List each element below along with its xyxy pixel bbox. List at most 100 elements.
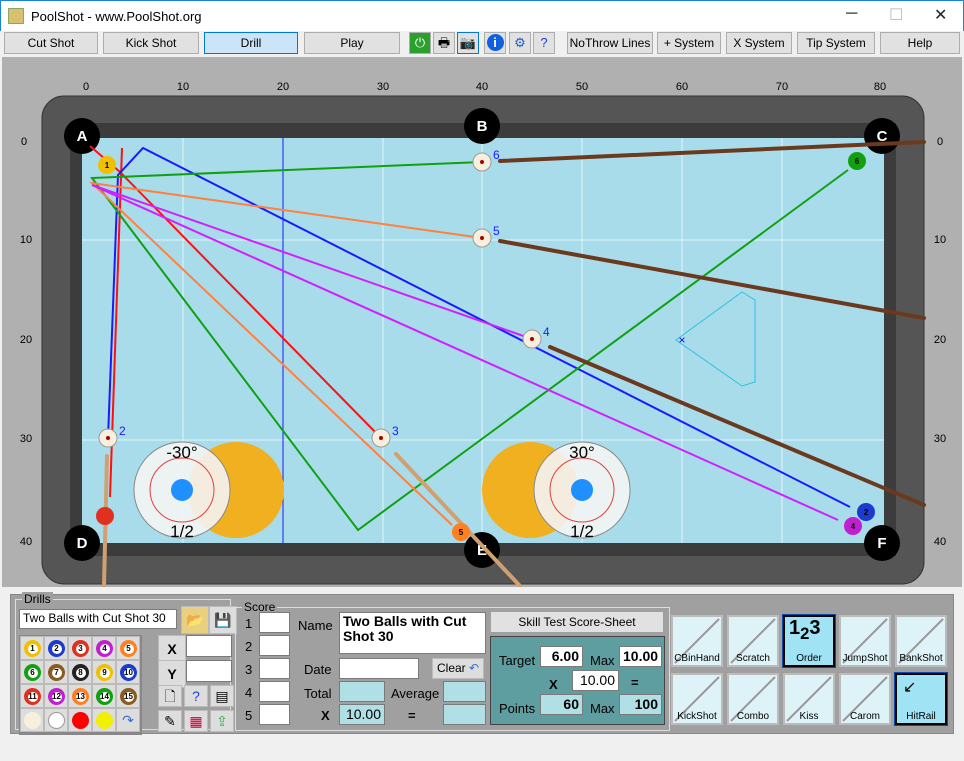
ball-button-3[interactable]: 3 <box>68 636 92 660</box>
ball-button-15[interactable]: 15 <box>116 684 140 708</box>
power-icon[interactable]: ⏻ <box>409 32 431 54</box>
nothrow-lines-button[interactable]: NoThrow Lines <box>567 32 653 54</box>
camera-icon[interactable]: 📷 <box>457 32 479 54</box>
cue-ball-button[interactable] <box>20 708 44 732</box>
tip-system-button[interactable]: Tip System <box>797 32 875 54</box>
shot-type-combo[interactable]: Combo <box>727 673 779 725</box>
y-tick: 0 <box>21 136 27 148</box>
x-tick: 20 <box>277 81 289 93</box>
shot-type-bankshot[interactable]: BankShot <box>895 615 947 667</box>
play-button[interactable]: Play <box>304 32 400 54</box>
cut-shot-button[interactable]: Cut Shot <box>4 32 98 54</box>
y-tick: 20 <box>20 334 32 346</box>
help-button[interactable]: Help <box>880 32 960 54</box>
score-input-4[interactable] <box>259 681 290 702</box>
points-label: Points <box>499 701 536 716</box>
skill-test-score-sheet-button[interactable]: Skill Test Score-Sheet <box>491 612 663 632</box>
pocket-a: A <box>77 128 88 145</box>
skill-multiplier-input[interactable]: 10.00 <box>572 670 619 691</box>
kick-shot-button[interactable]: Kick Shot <box>103 32 199 54</box>
title-bar: PoolShot - www.PoolShot.org ─ ☐ ✕ <box>0 0 964 31</box>
ball-button-11[interactable]: 11 <box>20 684 44 708</box>
yellow-marker-button[interactable] <box>92 708 116 732</box>
table-list-icon[interactable]: ▤ <box>210 685 234 707</box>
x-tick: 80 <box>874 81 886 93</box>
edit-notes-icon[interactable]: ✎ <box>158 710 182 732</box>
average-field <box>443 681 486 702</box>
minimize-button[interactable]: ─ <box>846 5 857 23</box>
equals-label: = <box>631 675 639 690</box>
score-input-3[interactable] <box>259 658 290 679</box>
pool-table-canvas[interactable]: 0 10 20 30 40 50 60 70 80 0 10 20 30 40 … <box>2 57 962 587</box>
score-input-2[interactable] <box>259 635 290 656</box>
y-input[interactable] <box>186 660 232 682</box>
ball-button-13[interactable]: 13 <box>68 684 92 708</box>
max-label: Max <box>590 653 615 668</box>
export-folder-icon[interactable]: ⇪ <box>210 710 234 732</box>
name-input[interactable]: Two Balls with Cut Shot 30 <box>339 612 486 654</box>
skill-test-panel: Target 6.00 Max 10.00 X 10.00 = Points 6… <box>490 636 665 725</box>
red-marker-button[interactable] <box>68 708 92 732</box>
multiply-label: X <box>321 708 330 723</box>
score-input-5[interactable] <box>259 704 290 725</box>
svg-text:6: 6 <box>855 157 860 166</box>
x-tick: 30 <box>377 81 389 93</box>
ghost-ball-button[interactable] <box>44 708 68 732</box>
shot-type-carom[interactable]: Carom <box>839 673 891 725</box>
drills-legend: Drills <box>22 592 53 606</box>
gear-icon[interactable]: ⚙ <box>509 32 531 54</box>
multiply-label: X <box>549 677 558 692</box>
ball-label: 5 <box>493 224 500 238</box>
printer-icon[interactable]: 🖶 <box>433 32 455 54</box>
points-max-label: Max <box>590 701 615 716</box>
ghost-angle-left: -30° <box>166 443 197 462</box>
color-grid-icon[interactable]: ▦ <box>184 710 208 732</box>
plus-system-button[interactable]: + System <box>657 32 721 54</box>
shot-type-scratch[interactable]: Scratch <box>727 615 779 667</box>
pocket-f: F <box>877 535 886 552</box>
shot-type-cbinhand[interactable]: CBinHand <box>671 615 723 667</box>
shot-type-order[interactable]: 123 Order <box>782 614 836 668</box>
points-field: 60 <box>540 694 583 715</box>
drill-name-input[interactable]: Two Balls with Cut Shot 30 <box>19 609 177 629</box>
shot-type-jumpshot[interactable]: JumpShot <box>839 615 891 667</box>
ball-button-6[interactable]: 6 <box>20 660 44 684</box>
ball-button-4[interactable]: 4 <box>92 636 116 660</box>
max-input[interactable]: 10.00 <box>619 646 662 667</box>
ball-button-14[interactable]: 14 <box>92 684 116 708</box>
x-system-button[interactable]: X System <box>726 32 792 54</box>
maximize-button[interactable]: ☐ <box>889 5 903 25</box>
shot-type-kickshot[interactable]: KickShot <box>671 673 723 725</box>
redo-icon[interactable]: ↷ <box>116 708 140 732</box>
ball-button-9[interactable]: 9 <box>92 660 116 684</box>
ball-button-8[interactable]: 8 <box>68 660 92 684</box>
ball-button-10[interactable]: 10 <box>116 660 140 684</box>
shot-type-hitrail[interactable]: ↙ HitRail <box>894 672 948 726</box>
save-icon[interactable]: 💾 <box>209 606 237 634</box>
x-input[interactable] <box>186 635 232 657</box>
ball-button-1[interactable]: 1 <box>20 636 44 660</box>
target-input[interactable]: 6.00 <box>540 646 583 667</box>
info-icon[interactable]: i <box>484 32 506 54</box>
ghost-ball-left: -30° 1/2 <box>133 441 284 541</box>
y-tick: 30 <box>20 433 32 445</box>
ball-3[interactable] <box>96 507 114 525</box>
score-input-1[interactable] <box>259 612 290 633</box>
close-button[interactable]: ✕ <box>934 5 947 25</box>
shot-label: Carom <box>849 711 880 722</box>
new-document-icon[interactable]: 🗋 <box>158 685 182 707</box>
ball-button-2[interactable]: 2 <box>44 636 68 660</box>
document-help-icon[interactable]: ? <box>184 685 208 707</box>
result-field <box>443 704 486 725</box>
open-folder-icon[interactable]: 📂 <box>181 606 209 634</box>
svg-text:2: 2 <box>864 508 869 517</box>
date-input[interactable] <box>339 658 419 679</box>
ball-button-7[interactable]: 7 <box>44 660 68 684</box>
ball-button-12[interactable]: 12 <box>44 684 68 708</box>
shot-type-kiss[interactable]: Kiss <box>783 673 835 725</box>
drill-button[interactable]: Drill <box>204 32 298 54</box>
help-doc-icon[interactable]: ? <box>533 32 555 54</box>
ball-button-5[interactable]: 5 <box>116 636 140 660</box>
clear-button[interactable]: Clear ↶ <box>432 658 484 679</box>
svg-text:1: 1 <box>105 161 110 170</box>
